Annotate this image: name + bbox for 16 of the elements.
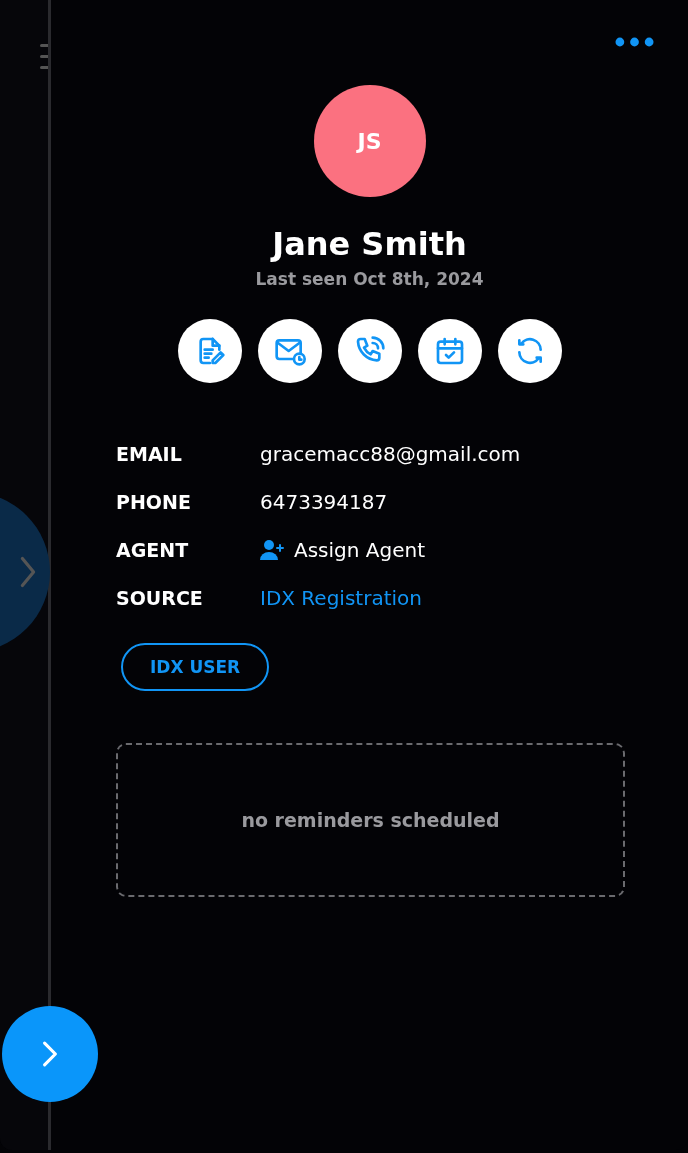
add-person-icon[interactable]: [260, 539, 284, 561]
field-value: gracemacc88@gmail.com: [260, 442, 521, 466]
source-link[interactable]: IDX Registration: [260, 586, 422, 610]
avatar: JS: [313, 85, 426, 197]
empty-reminders-text: no reminders scheduled: [241, 809, 500, 831]
field-label: AGENT: [116, 539, 190, 561]
tag: IDX USER: [121, 643, 270, 691]
field-label: PHONE: [116, 491, 192, 513]
field-value: 6473394187: [260, 490, 388, 514]
chevron-right-icon: [41, 1039, 59, 1069]
field-label: EMAIL: [116, 443, 183, 465]
last-seen-text: Last seen Oct 8th, 2024: [255, 269, 484, 289]
assign-agent-link[interactable]: Assign Agent: [294, 538, 425, 562]
field-label: SOURCE: [116, 587, 204, 609]
contact-name: Jane Smith: [272, 225, 467, 263]
more-icon[interactable]: [615, 37, 654, 47]
